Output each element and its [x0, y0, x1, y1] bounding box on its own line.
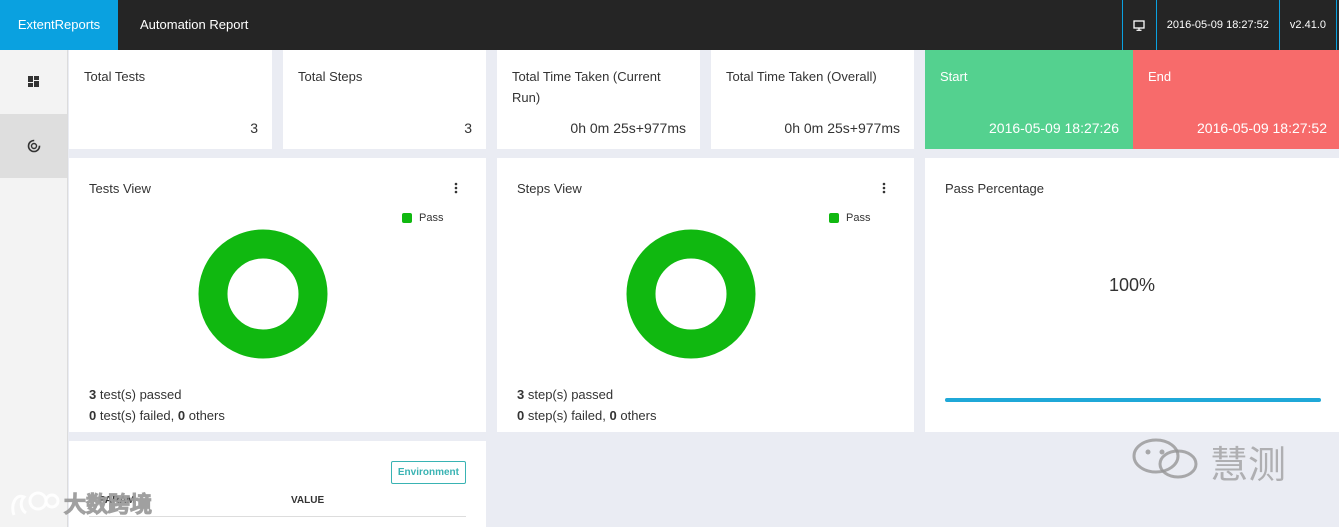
watermark-logo-icon: [11, 491, 60, 516]
end-value: 2016-05-09 18:27:52: [1197, 120, 1327, 136]
pass-percentage-bar-fill: [945, 398, 1321, 402]
dashboard-icon: [27, 76, 39, 87]
tests-view-title: Tests View: [89, 181, 151, 196]
steps-legend: Pass: [829, 212, 870, 224]
steps-failed-text: step(s) failed,: [524, 408, 610, 423]
tests-pass-slice: [198, 229, 328, 359]
monitor-icon[interactable]: [1121, 0, 1156, 50]
time-overall-label: Total Time Taken (Overall): [726, 69, 877, 84]
watermark-right: 慧测: [1130, 434, 1330, 487]
pass-legend-label: Pass: [846, 212, 871, 224]
pass-percentage-value: 100%: [1108, 275, 1156, 295]
start-card: Start 2016-05-09 18:27:26: [925, 50, 1133, 149]
total-tests-card: Total Tests 3: [69, 50, 272, 149]
end-card: End 2016-05-09 18:27:52: [1133, 50, 1339, 149]
wechat-icon: [1132, 438, 1198, 479]
spinner-icon: [27, 139, 40, 153]
start-value: 2016-05-09 18:27:26: [989, 120, 1119, 136]
pass-legend-swatch: [402, 213, 412, 223]
report-datetime: 2016-05-09 18:27:52: [1155, 0, 1279, 50]
report-title: Automation Report: [140, 17, 249, 32]
top-navbar: ExtentReports Automation Report 2016-05-…: [0, 0, 1339, 50]
tests-passed-summary: 3 test(s) passed: [89, 387, 182, 402]
total-steps-value: 3: [464, 120, 472, 136]
pass-legend-label: Pass: [419, 212, 444, 224]
steps-passed-summary: 3 step(s) passed: [517, 387, 613, 402]
steps-pass-slice: [626, 229, 756, 359]
time-current-card: Total Time Taken (Current Run) 0h 0m 25s…: [497, 50, 700, 149]
total-steps-label: Total Steps: [298, 69, 363, 84]
tests-failed-text: test(s) failed,: [96, 408, 178, 423]
steps-others-count: 0: [609, 408, 617, 423]
steps-failed-summary: 0 step(s) failed, 0 others: [517, 408, 656, 423]
topbar-right: 2016-05-09 18:27:52 v2.41.0: [1121, 0, 1339, 50]
end-label: End: [1148, 69, 1172, 84]
tests-passed-text: test(s) passed: [96, 387, 182, 402]
tests-legend: Pass: [402, 212, 443, 224]
version-label: v2.41.0: [1278, 0, 1337, 50]
tests-donut-chart: [198, 229, 328, 359]
time-current-value: 0h 0m 25s+977ms: [570, 120, 686, 136]
time-overall-value: 0h 0m 25s+977ms: [784, 120, 900, 136]
tests-failed-summary: 0 test(s) failed, 0 others: [89, 408, 225, 423]
environment-button[interactable]: Environment: [390, 461, 466, 484]
start-label: Start: [940, 69, 968, 84]
steps-donut-chart: [626, 229, 756, 359]
time-overall-card: Total Time Taken (Overall) 0h 0m 25s+977…: [711, 50, 914, 149]
steps-view-title: Steps View: [517, 181, 582, 196]
sidebar: [0, 50, 68, 527]
sidebar-item-overview[interactable]: [0, 114, 67, 178]
sidebar-item-dashboard[interactable]: [0, 50, 67, 114]
watermark-left-text: 大数跨境: [63, 493, 153, 519]
time-current-label: Total Time Taken (Current Run): [512, 69, 661, 105]
pass-percentage-panel: Pass Percentage 100%: [925, 158, 1339, 432]
total-tests-label: Total Tests: [84, 69, 146, 84]
more-options-icon[interactable]: [454, 182, 458, 194]
pass-legend-swatch: [829, 213, 839, 223]
more-options-icon[interactable]: [882, 182, 886, 194]
steps-passed-text: step(s) passed: [524, 387, 614, 402]
value-column-header: VALUE: [291, 495, 325, 506]
pass-percentage-title: Pass Percentage: [945, 181, 1045, 196]
tests-others-text: others: [185, 408, 225, 423]
pass-percentage-bar: [945, 398, 1321, 402]
tests-view-panel: Tests View Pass 3 test(s) passed 0 test(…: [69, 158, 486, 432]
watermark-right-text: 慧测: [1210, 443, 1287, 487]
steps-view-panel: Steps View Pass 3 step(s) passed 0 step(…: [497, 158, 914, 432]
brand-logo[interactable]: ExtentReports: [0, 0, 118, 50]
steps-others-text: others: [616, 408, 657, 423]
total-steps-card: Total Steps 3: [283, 50, 486, 149]
total-tests-value: 3: [250, 120, 258, 136]
